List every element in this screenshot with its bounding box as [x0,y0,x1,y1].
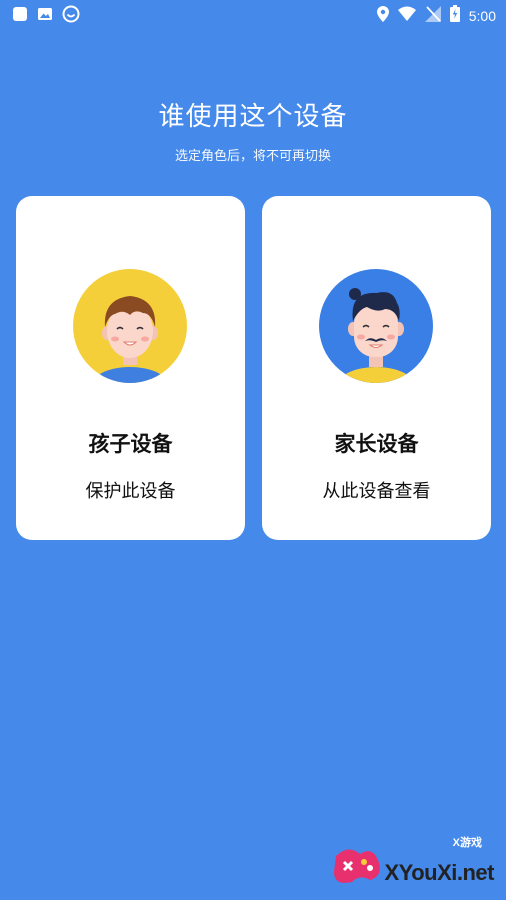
location-icon [376,5,389,26]
parent-card-title: 家长设备 [334,432,419,456]
battery-icon [449,5,460,26]
page-title: 谁使用这个设备 [158,102,348,132]
gamepad-logo-icon [330,842,382,890]
child-avatar [73,269,187,383]
watermark: X游戏 XYouXi.net [328,832,498,894]
image-icon [37,6,53,26]
child-card-desc: 保护此设备 [85,481,176,502]
status-time: 5:00 [468,7,496,24]
no-signal-icon [424,5,441,26]
smiley-icon [62,5,80,27]
status-bar-right: 5:00 [376,5,496,26]
child-device-card[interactable]: 孩子设备 保护此设备 [16,196,245,540]
wifi-icon [397,6,416,25]
status-bar: 5:00 [0,0,506,28]
parent-card-desc: 从此设备查看 [322,481,431,502]
app-icon [12,6,28,26]
child-card-title: 孩子设备 [88,432,173,456]
parent-device-card[interactable]: 家长设备 从此设备查看 [262,196,491,540]
watermark-badge: X游戏 [452,837,482,849]
parent-avatar [319,269,433,383]
page-subtitle: 选定角色后，将不可再切换 [174,149,331,164]
watermark-brand: XYouXi.net [384,860,495,885]
status-bar-left [12,5,80,27]
